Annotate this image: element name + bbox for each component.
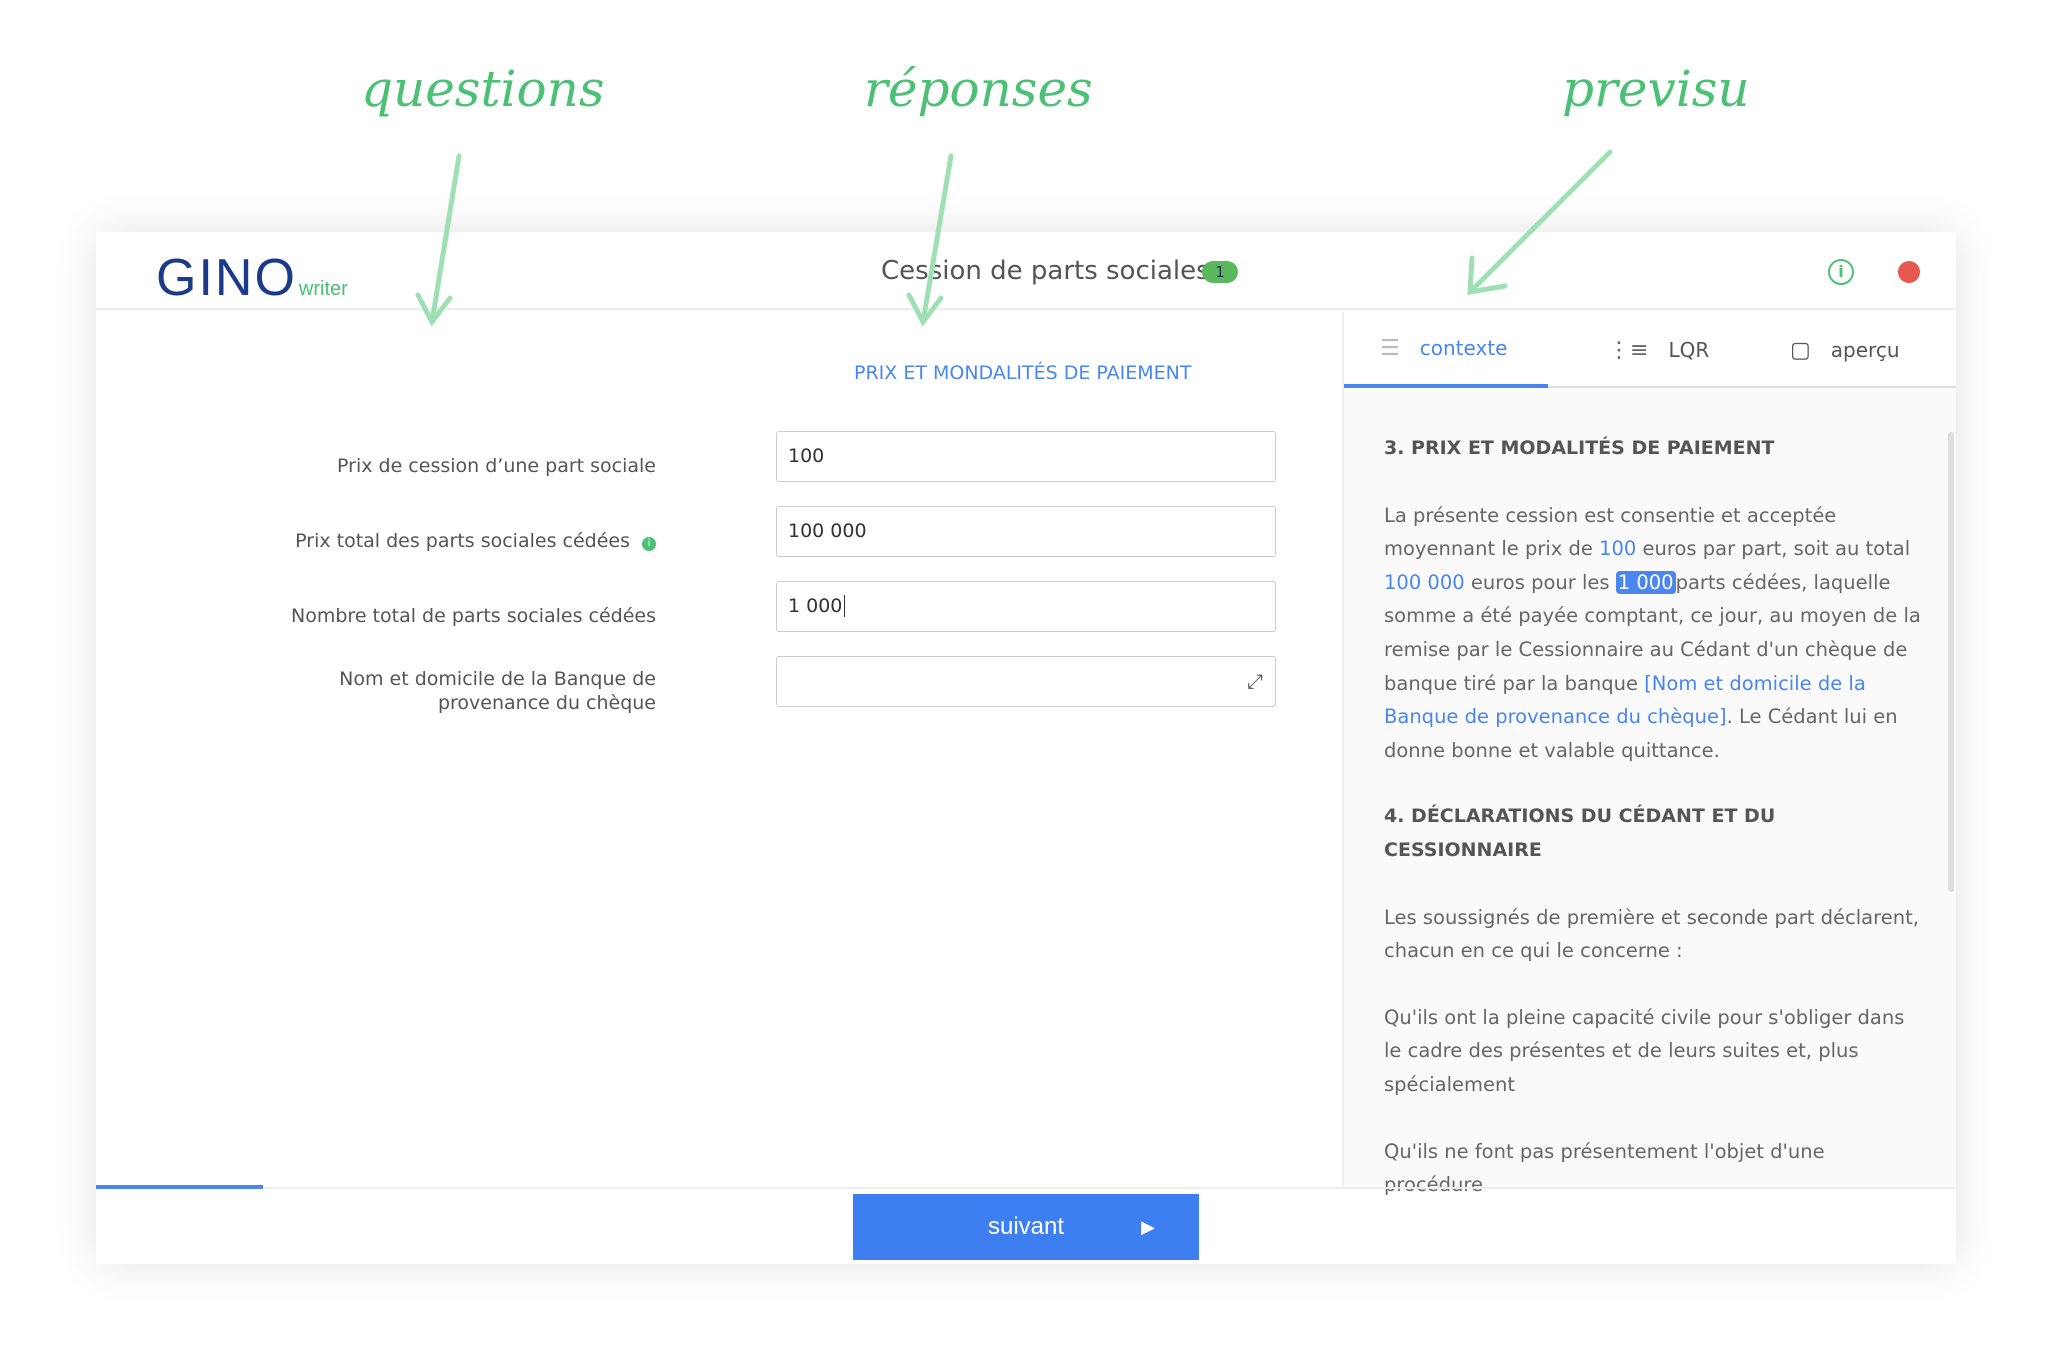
arrow-reponses bbox=[906, 153, 954, 327]
arrow-previsu bbox=[1467, 149, 1613, 295]
arrow-questions bbox=[415, 153, 462, 327]
annotation-arrows bbox=[415, 149, 1613, 327]
